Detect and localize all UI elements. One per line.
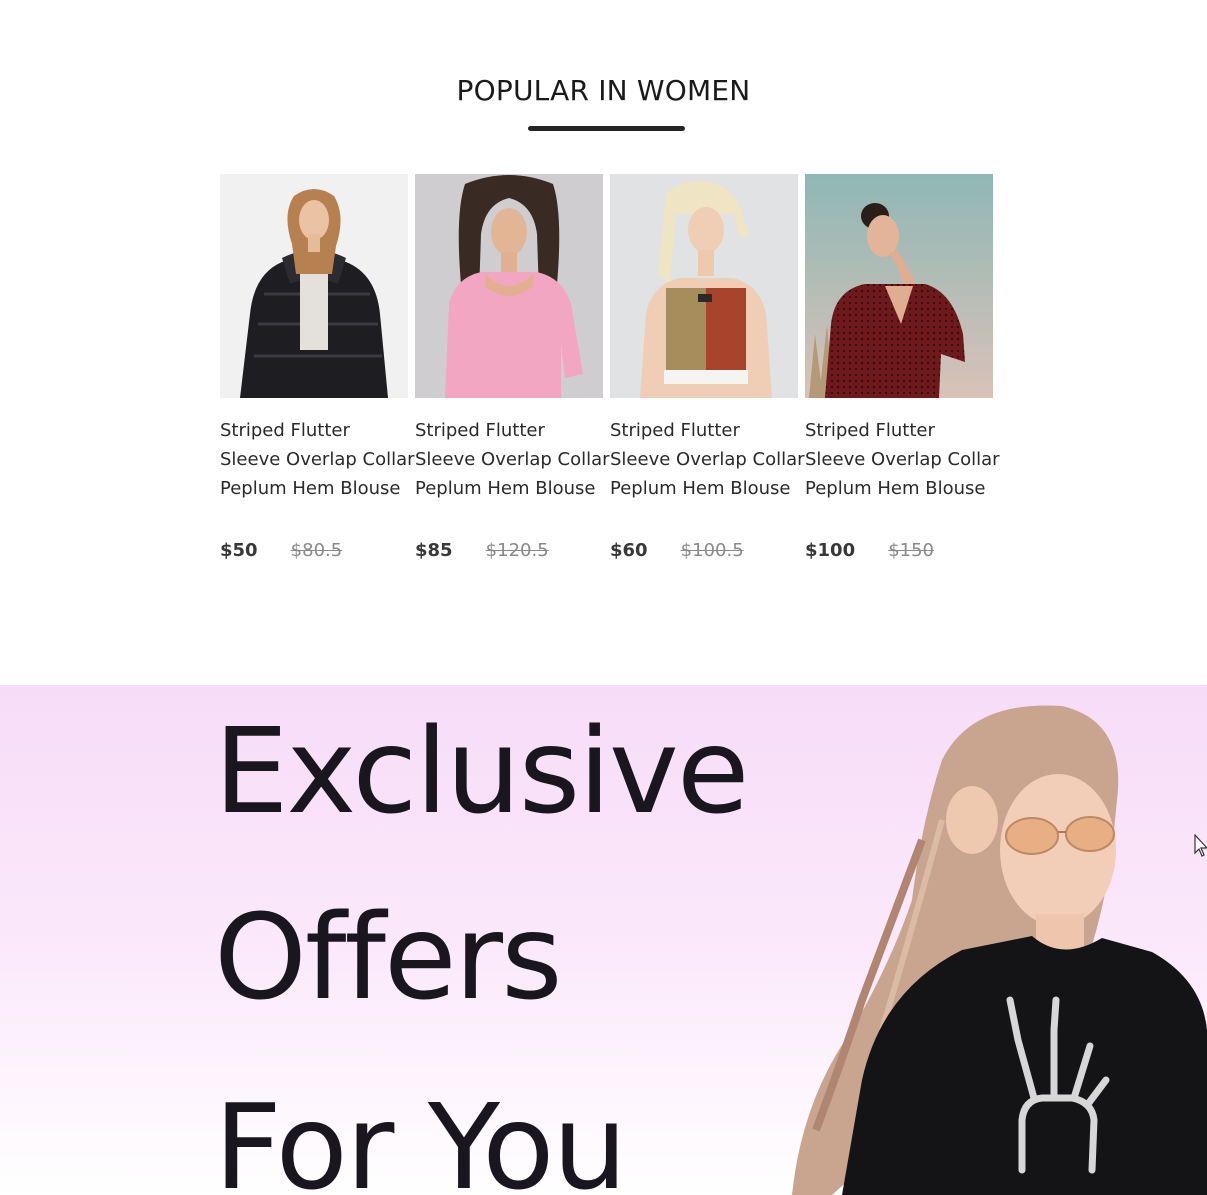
woman-black-tshirt-sunglasses-icon xyxy=(772,700,1207,1195)
product-name[interactable]: Striped Flutter Sleeve Overlap Collar Pe… xyxy=(610,416,805,503)
product-card[interactable]: Striped Flutter Sleeve Overlap Collar Pe… xyxy=(220,174,415,574)
product-grid: Striped Flutter Sleeve Overlap Collar Pe… xyxy=(220,174,1000,574)
woman-red-dotted-blouse-icon[interactable] xyxy=(805,174,993,398)
old-price: $120.5 xyxy=(485,540,549,561)
product-prices: $100 $150 xyxy=(805,540,934,568)
old-price: $150 xyxy=(888,540,935,561)
new-price: $100 xyxy=(805,540,856,561)
woman-sports-bra-icon[interactable] xyxy=(610,174,798,398)
title-underline xyxy=(528,126,685,131)
product-name[interactable]: Striped Flutter Sleeve Overlap Collar Pe… xyxy=(415,416,610,503)
product-name[interactable]: Striped Flutter Sleeve Overlap Collar Pe… xyxy=(220,416,415,503)
popular-section: POPULAR IN WOMEN Striped Flutter Sleeve … xyxy=(0,0,1207,685)
woman-black-puffer-jacket-icon[interactable] xyxy=(220,174,408,398)
new-price: $85 xyxy=(415,540,453,561)
offers-heading-line-2: Offers xyxy=(214,888,563,1026)
product-prices: $60 $100.5 xyxy=(610,540,744,568)
old-price: $80.5 xyxy=(290,540,343,561)
woman-pink-top-icon[interactable] xyxy=(415,174,603,398)
product-name[interactable]: Striped Flutter Sleeve Overlap Collar Pe… xyxy=(805,416,1000,503)
offers-heading-line-1: Exclusive xyxy=(214,702,749,840)
mouse-cursor-icon xyxy=(1194,834,1207,857)
product-prices: $50 $80.5 xyxy=(220,540,342,568)
product-card[interactable]: Striped Flutter Sleeve Overlap Collar Pe… xyxy=(610,174,805,574)
new-price: $50 xyxy=(220,540,258,561)
page: POPULAR IN WOMEN Striped Flutter Sleeve … xyxy=(0,0,1207,1195)
old-price: $100.5 xyxy=(680,540,744,561)
product-card[interactable]: Striped Flutter Sleeve Overlap Collar Pe… xyxy=(805,174,1000,574)
section-title: POPULAR IN WOMEN xyxy=(456,74,751,107)
product-card[interactable]: Striped Flutter Sleeve Overlap Collar Pe… xyxy=(415,174,610,574)
offers-heading-line-3: For You xyxy=(214,1078,627,1195)
product-prices: $85 $120.5 xyxy=(415,540,549,568)
new-price: $60 xyxy=(610,540,648,561)
